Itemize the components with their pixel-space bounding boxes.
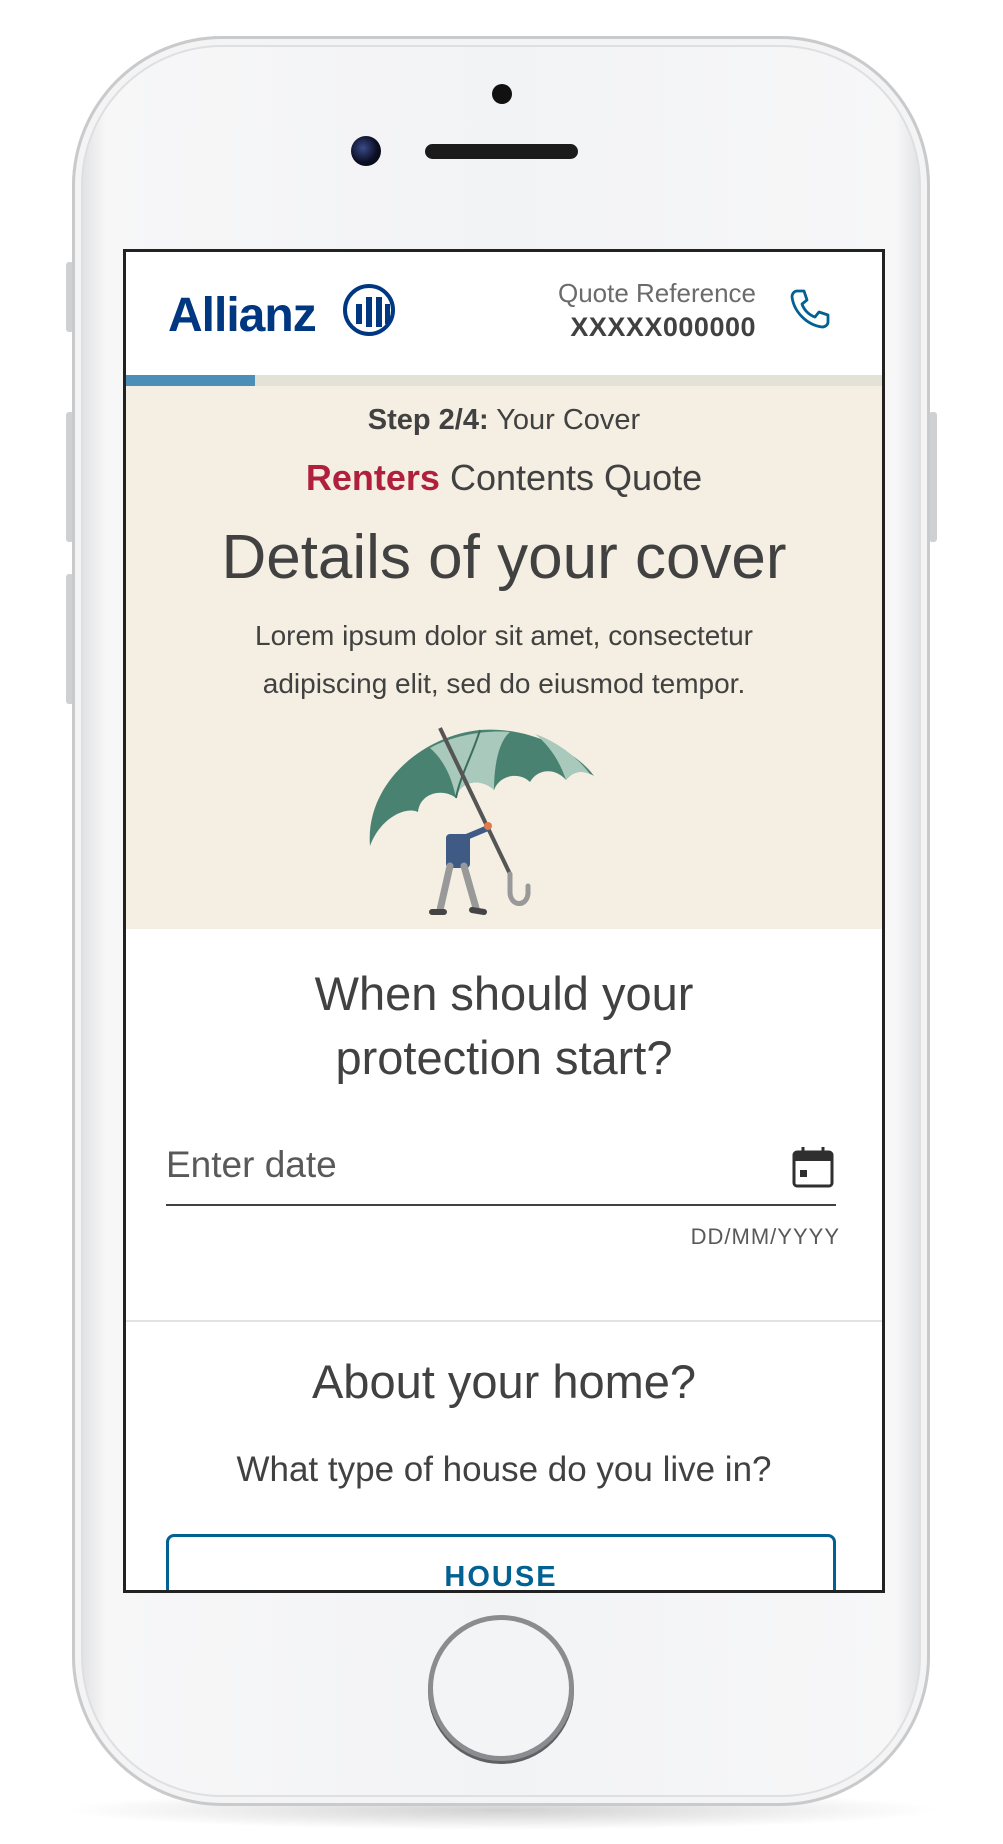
start-date-input[interactable]: Enter date <box>166 1132 836 1206</box>
power-button <box>929 412 937 542</box>
earpiece-speaker <box>425 144 578 159</box>
house-option-button[interactable]: HOUSE <box>166 1534 836 1590</box>
home-button[interactable] <box>433 1620 569 1756</box>
date-format-hint: DD/MM/YYYY <box>690 1224 840 1249</box>
calendar-icon[interactable] <box>790 1144 836 1190</box>
step-name: Your Cover <box>496 404 641 436</box>
start-date-question-line2: protection start? <box>335 1031 673 1084</box>
quote-reference-label: Quote Reference <box>557 278 756 308</box>
page-description: Lorem ipsum dolor sit amet, consectetur … <box>255 620 753 699</box>
section-divider <box>126 1320 882 1322</box>
home-section-title: About your home? <box>311 1355 697 1408</box>
product-name: Contents Quote <box>449 457 703 498</box>
allianz-logo-icon[interactable] <box>343 284 395 336</box>
product-title: Renters Contents Quote <box>126 457 882 499</box>
page-title: Details of your cover <box>221 523 787 592</box>
step-number: Step 2/4: <box>367 404 489 436</box>
date-placeholder: Enter date <box>166 1144 337 1185</box>
start-date-question-line1: When should your <box>314 967 694 1020</box>
progress-bar-fill <box>126 375 255 386</box>
product-type: Renters <box>305 457 440 498</box>
front-camera <box>351 136 381 166</box>
progress-bar <box>126 375 882 386</box>
app-header: Allianz Quote Reference XXXXX000000 <box>126 252 882 375</box>
umbrella-illustration <box>369 727 594 915</box>
device-mockup: Allianz Quote Reference XXXXX000000 Step… <box>0 0 1003 1844</box>
phone-screen: Allianz Quote Reference XXXXX000000 Step… <box>123 249 885 1593</box>
proximity-sensor <box>492 84 512 104</box>
quote-reference-value: XXXXX000000 <box>570 312 756 342</box>
start-date-question: When should your protection start? <box>126 962 882 1090</box>
house-type-question: What type of house do you live in? <box>236 1450 772 1489</box>
phone-icon[interactable] <box>787 286 833 332</box>
brand-logo-text[interactable]: Allianz <box>168 288 317 343</box>
step-indicator: Step 2/4: Your Cover <box>126 404 882 437</box>
